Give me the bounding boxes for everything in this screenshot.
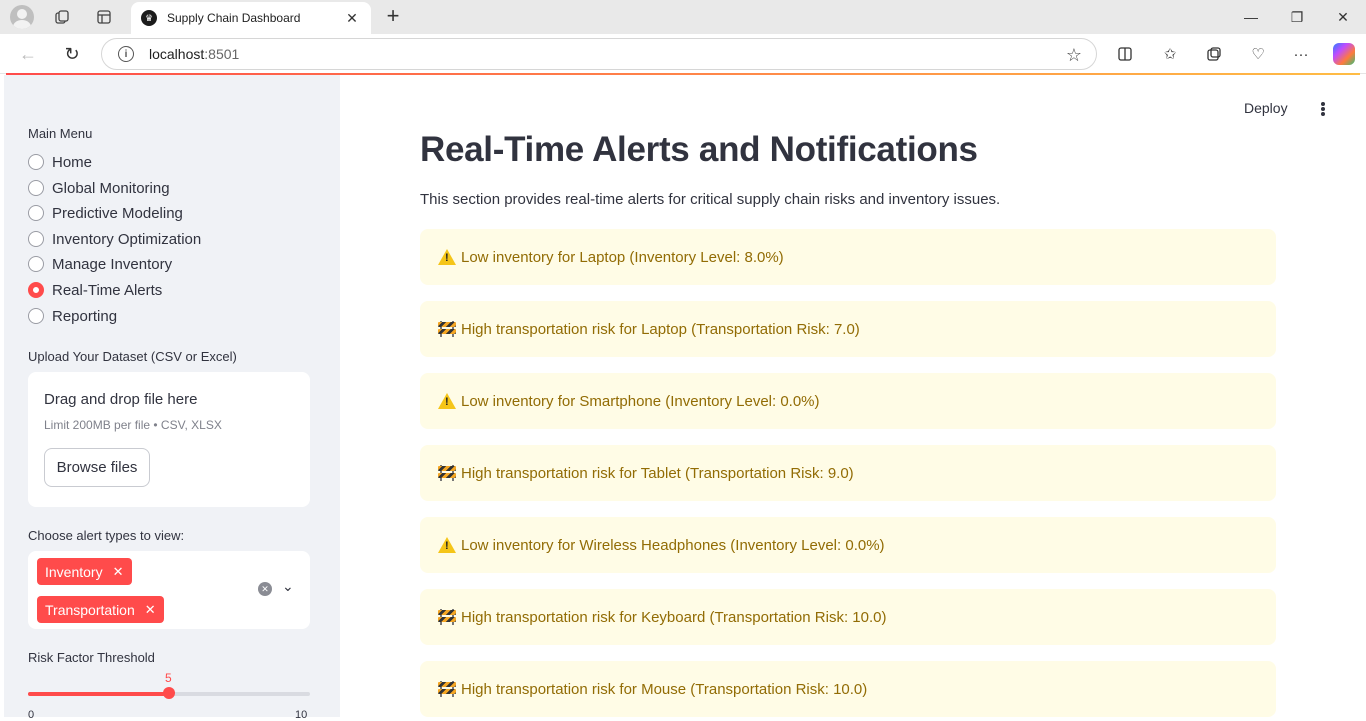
workspaces-icon[interactable] bbox=[50, 5, 74, 29]
slider-value: 5 bbox=[165, 671, 172, 685]
sidebar: Main Menu Home Global Monitoring Predict… bbox=[4, 75, 340, 721]
more-options-icon[interactable]: ··· bbox=[1289, 42, 1313, 66]
browser-tab-bar: ♛ Supply Chain Dashboard ✕ + — ❐ ✕ bbox=[0, 0, 1366, 34]
alert-item: High transportation risk for Laptop (Tra… bbox=[420, 301, 1276, 357]
construction-barrier-icon bbox=[437, 609, 457, 625]
radio-button[interactable] bbox=[28, 205, 44, 221]
main-content: Deploy Real-Time Alerts and Notification… bbox=[340, 75, 1366, 717]
radio-real-time-alerts[interactable]: Real-Time Alerts bbox=[28, 279, 162, 301]
construction-barrier-icon bbox=[437, 321, 457, 337]
alert-item: Low inventory for Wireless Headphones (I… bbox=[420, 517, 1276, 573]
slider-thumb[interactable] bbox=[163, 687, 175, 699]
radio-button[interactable] bbox=[28, 231, 44, 247]
radio-label: Predictive Modeling bbox=[52, 204, 183, 222]
main-menu-icon[interactable] bbox=[1315, 99, 1331, 119]
risk-threshold-slider[interactable] bbox=[28, 687, 310, 699]
back-icon[interactable]: ← bbox=[15, 42, 41, 66]
favorite-star-icon[interactable]: ☆ bbox=[1066, 45, 1082, 66]
radio-label: Reporting bbox=[52, 307, 118, 325]
alert-item: Low inventory for Smartphone (Inventory … bbox=[420, 373, 1276, 429]
chip-label: Inventory bbox=[45, 563, 103, 580]
dropzone-title: Drag and drop file here bbox=[44, 391, 198, 408]
close-tab-icon[interactable]: ✕ bbox=[343, 10, 361, 27]
favorites-icon[interactable]: ✩ bbox=[1158, 42, 1182, 66]
browser-essentials-icon[interactable]: ♡ bbox=[1246, 42, 1270, 66]
radio-button[interactable] bbox=[28, 308, 44, 324]
url-port: :8501 bbox=[204, 46, 240, 62]
alert-types-label: Choose alert types to view: bbox=[28, 528, 185, 543]
close-window-icon[interactable]: ✕ bbox=[1320, 4, 1366, 30]
threshold-label: Risk Factor Threshold bbox=[28, 650, 155, 665]
alert-item: High transportation risk for Mouse (Tran… bbox=[420, 661, 1276, 717]
browse-files-button[interactable]: Browse files bbox=[44, 448, 150, 487]
dropzone-limit: Limit 200MB per file • CSV, XLSX bbox=[44, 418, 222, 432]
split-screen-icon[interactable] bbox=[1113, 42, 1137, 66]
chevron-down-icon[interactable]: ⌄ bbox=[282, 578, 294, 595]
minimize-icon[interactable]: — bbox=[1228, 4, 1274, 30]
address-bar-row: ← ↻ i localhost:8501 ☆ ✩ ♡ ··· bbox=[0, 34, 1366, 74]
radio-home[interactable]: Home bbox=[28, 151, 92, 173]
alert-text: High transportation risk for Tablet (Tra… bbox=[461, 464, 854, 482]
radio-button-selected[interactable] bbox=[28, 282, 44, 298]
site-info-icon[interactable]: i bbox=[118, 46, 134, 62]
alert-text: Low inventory for Smartphone (Inventory … bbox=[461, 392, 820, 410]
remove-chip-icon[interactable]: ✕ bbox=[113, 564, 124, 580]
radio-label: Inventory Optimization bbox=[52, 230, 202, 248]
page-description: This section provides real-time alerts f… bbox=[420, 191, 1001, 208]
slider-max: 10 bbox=[295, 709, 308, 721]
remove-chip-icon[interactable]: ✕ bbox=[145, 602, 156, 618]
radio-predictive-modeling[interactable]: Predictive Modeling bbox=[28, 202, 183, 224]
slider-min: 0 bbox=[28, 709, 35, 721]
alert-text: High transportation risk for Mouse (Tran… bbox=[461, 680, 868, 698]
tab-title: Supply Chain Dashboard bbox=[167, 11, 301, 25]
deploy-button[interactable]: Deploy bbox=[1244, 100, 1288, 116]
chip-transportation[interactable]: Transportation ✕ bbox=[37, 596, 164, 623]
clear-all-icon[interactable]: ✕ bbox=[258, 582, 272, 596]
radio-inventory-optimization[interactable]: Inventory Optimization bbox=[28, 228, 201, 250]
construction-barrier-icon bbox=[437, 465, 457, 481]
radio-label: Real-Time Alerts bbox=[52, 281, 163, 299]
alert-text: Low inventory for Wireless Headphones (I… bbox=[461, 536, 885, 554]
collections-icon[interactable] bbox=[1202, 42, 1226, 66]
alert-item: High transportation risk for Keyboard (T… bbox=[420, 589, 1276, 645]
page-title: Real-Time Alerts and Notifications bbox=[420, 130, 978, 169]
restore-icon[interactable]: ❐ bbox=[1274, 4, 1320, 30]
alert-types-multiselect[interactable]: Inventory ✕ Transportation ✕ ✕ ⌄ bbox=[28, 551, 310, 629]
radio-label: Global Monitoring bbox=[52, 179, 170, 197]
profile-icon[interactable] bbox=[10, 5, 34, 29]
radio-button[interactable] bbox=[28, 180, 44, 196]
copilot-icon[interactable] bbox=[1333, 43, 1355, 65]
warning-icon bbox=[437, 249, 457, 265]
alert-item: High transportation risk for Tablet (Tra… bbox=[420, 445, 1276, 501]
construction-barrier-icon bbox=[437, 681, 457, 697]
radio-label: Home bbox=[52, 153, 93, 171]
streamlit-favicon-icon: ♛ bbox=[141, 10, 157, 26]
radio-manage-inventory[interactable]: Manage Inventory bbox=[28, 253, 172, 275]
browser-tab[interactable]: ♛ Supply Chain Dashboard ✕ bbox=[131, 2, 371, 34]
radio-button[interactable] bbox=[28, 154, 44, 170]
upload-label: Upload Your Dataset (CSV or Excel) bbox=[28, 349, 237, 364]
chip-label: Transportation bbox=[45, 601, 135, 618]
main-menu-label: Main Menu bbox=[28, 126, 93, 141]
vertical-tabs-icon[interactable] bbox=[92, 5, 116, 29]
alert-text: High transportation risk for Keyboard (T… bbox=[461, 608, 887, 626]
new-tab-icon[interactable]: + bbox=[381, 4, 405, 28]
warning-icon bbox=[437, 393, 457, 409]
radio-global-monitoring[interactable]: Global Monitoring bbox=[28, 177, 170, 199]
radio-reporting[interactable]: Reporting bbox=[28, 305, 117, 327]
slider-fill bbox=[28, 692, 169, 696]
alert-text: High transportation risk for Laptop (Tra… bbox=[461, 320, 860, 338]
radio-label: Manage Inventory bbox=[52, 255, 173, 273]
refresh-icon[interactable]: ↻ bbox=[59, 42, 85, 66]
file-dropzone[interactable]: Drag and drop file here Limit 200MB per … bbox=[28, 372, 310, 507]
radio-button[interactable] bbox=[28, 256, 44, 272]
alert-text: Low inventory for Laptop (Inventory Leve… bbox=[461, 248, 784, 266]
warning-icon bbox=[437, 537, 457, 553]
chip-inventory[interactable]: Inventory ✕ bbox=[37, 558, 132, 585]
url-host: localhost bbox=[149, 46, 205, 62]
alert-item: Low inventory for Laptop (Inventory Leve… bbox=[420, 229, 1276, 285]
url-bar[interactable]: i localhost:8501 ☆ bbox=[101, 38, 1097, 70]
